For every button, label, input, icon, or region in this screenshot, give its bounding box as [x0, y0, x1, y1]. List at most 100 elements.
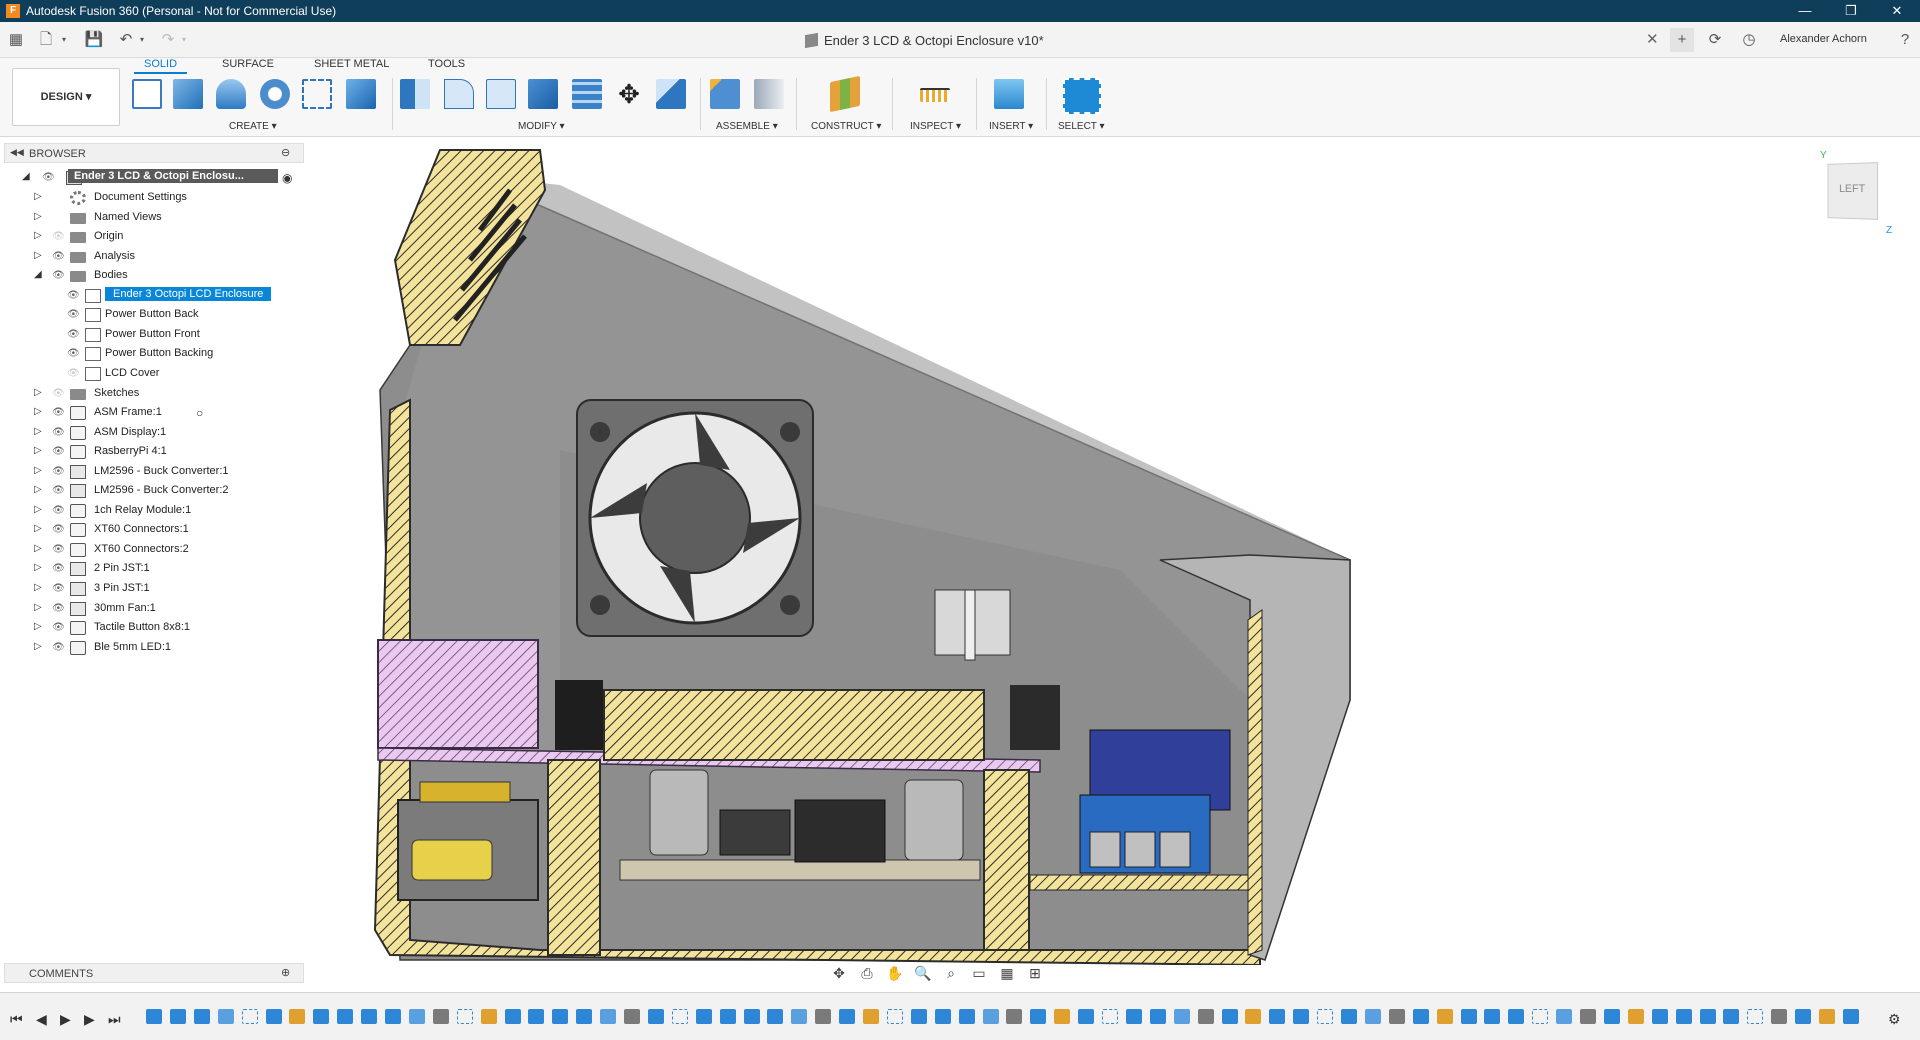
minimize-panel-icon[interactable]: ⊖: [281, 146, 290, 159]
tree-item[interactable]: ▷ 👁 1ch Relay Module:1: [4, 501, 304, 521]
visibility-eye-icon[interactable]: 👁: [67, 348, 81, 359]
tree-item[interactable]: ▷ 👁 ASM Display:1: [4, 423, 304, 443]
visibility-eye-icon[interactable]: 👁: [52, 642, 66, 653]
timeline-feature-icon[interactable]: [1842, 1009, 1859, 1024]
timeline-feature-icon[interactable]: [1125, 1009, 1142, 1024]
close-tab-icon[interactable]: ✕: [1646, 30, 1659, 48]
timeline-feature-icon[interactable]: [504, 1009, 521, 1024]
timeline-feature-icon[interactable]: [1580, 1009, 1596, 1024]
timeline-feature-icon[interactable]: [1771, 1009, 1788, 1024]
tree-item[interactable]: ▷ Named Views: [4, 208, 304, 228]
viewports-icon[interactable]: ⊞: [1024, 965, 1046, 982]
timeline-feature-icon[interactable]: [1054, 1009, 1071, 1024]
activate-radio-icon[interactable]: ◉: [282, 171, 292, 185]
view-cube[interactable]: LEFT: [1827, 162, 1879, 220]
timeline-feature-icon[interactable]: [600, 1009, 617, 1024]
visibility-eye-icon[interactable]: 👁: [52, 388, 66, 399]
visibility-eye-icon[interactable]: 👁: [67, 329, 81, 340]
insert-menu[interactable]: INSERT ▾: [989, 121, 1033, 132]
expand-arrow-icon[interactable]: ▷: [34, 562, 44, 574]
view-cube-face[interactable]: LEFT: [1839, 183, 1865, 195]
timeline-feature-icon[interactable]: [910, 1009, 927, 1024]
create-sketch-icon[interactable]: [132, 79, 162, 109]
go-to-end-icon[interactable]: ⏭: [108, 1011, 121, 1028]
expand-arrow-icon[interactable]: ▷: [34, 602, 44, 614]
timeline-feature-icon[interactable]: [1221, 1009, 1238, 1024]
timeline-feature-icon[interactable]: [1747, 1009, 1764, 1024]
timeline-feature-icon[interactable]: [886, 1009, 903, 1024]
visibility-eye-icon[interactable]: 👁: [67, 309, 81, 320]
timeline-feature-icon[interactable]: [863, 1009, 879, 1024]
visibility-eye-icon[interactable]: 👁: [52, 603, 66, 614]
document-tab[interactable]: Ender 3 LCD & Octopi Enclosure v10*: [805, 28, 1044, 52]
timeline-feature-icon[interactable]: [552, 1009, 569, 1024]
collapse-panel-icon[interactable]: ◀◀: [10, 147, 24, 158]
tree-item[interactable]: 👁 Power Button Back: [4, 305, 304, 325]
revolve-icon[interactable]: [216, 79, 246, 109]
zoom-icon[interactable]: 🔍: [912, 965, 934, 982]
timeline-feature-icon[interactable]: [1245, 1009, 1262, 1024]
timeline-feature-icon[interactable]: [1388, 1009, 1405, 1024]
timeline-feature-icon[interactable]: [576, 1009, 593, 1024]
model-viewport[interactable]: [300, 135, 1380, 965]
expand-arrow-icon[interactable]: ▷: [34, 211, 44, 223]
notifications-icon[interactable]: ◷: [1737, 28, 1761, 52]
timeline-feature-icon[interactable]: [1030, 1009, 1047, 1024]
file-menu-icon[interactable]: 🗋: [36, 30, 56, 50]
tree-root[interactable]: ◢ 👁 Ender 3 LCD & Octopi Enclosu... ◉: [4, 168, 304, 188]
expand-arrow-icon[interactable]: ▷: [34, 465, 44, 477]
minimize-icon[interactable]: —: [1782, 0, 1828, 22]
close-icon[interactable]: ✕: [1874, 0, 1920, 22]
data-panel-grid-icon[interactable]: ▦: [6, 30, 26, 50]
tree-item[interactable]: ▷ 👁 ASM Frame:1 ○: [4, 403, 304, 423]
tree-item[interactable]: ▷ 👁 RasberryPi 4:1: [4, 442, 304, 462]
timeline-feature-icon[interactable]: [432, 1009, 449, 1024]
chamfer-icon[interactable]: [486, 79, 516, 109]
new-component-icon[interactable]: [710, 79, 740, 109]
timeline-feature-icon[interactable]: [624, 1009, 640, 1024]
timeline-feature-icon[interactable]: [1508, 1009, 1525, 1024]
timeline-feature-icon[interactable]: [337, 1009, 354, 1024]
visibility-eye-icon[interactable]: 👁: [67, 290, 81, 301]
tree-item[interactable]: ▷ 👁 Sketches: [4, 384, 304, 404]
expand-arrow-icon[interactable]: ▷: [34, 621, 44, 633]
visibility-eye-icon[interactable]: 👁: [67, 368, 81, 379]
visibility-eye-icon[interactable]: 👁: [52, 407, 66, 418]
timeline-feature-icon[interactable]: [1364, 1009, 1381, 1024]
timeline-feature-icon[interactable]: [1675, 1009, 1692, 1024]
timeline-feature-icon[interactable]: [1484, 1009, 1501, 1024]
tree-item[interactable]: 👁 LCD Cover: [4, 364, 304, 384]
timeline-feature-icon[interactable]: [361, 1009, 378, 1024]
restore-icon[interactable]: ❐: [1828, 0, 1874, 22]
timeline-feature-icon[interactable]: [1149, 1009, 1166, 1024]
timeline-feature-icon[interactable]: [1532, 1009, 1549, 1024]
visibility-eye-icon[interactable]: 👁: [52, 505, 66, 516]
timeline-feature-icon[interactable]: [408, 1009, 425, 1024]
hole-icon[interactable]: [260, 79, 290, 109]
tree-item[interactable]: ▷ Document Settings: [4, 188, 304, 208]
visibility-eye-icon[interactable]: 👁: [52, 270, 66, 281]
press-pull-icon[interactable]: [400, 79, 430, 109]
tree-item[interactable]: ▷ 👁 Tactile Button 8x8:1: [4, 618, 304, 638]
joint-icon[interactable]: [754, 79, 784, 109]
tree-item[interactable]: ▷ 👁 2 Pin JST:1: [4, 559, 304, 579]
modify-menu[interactable]: MODIFY ▾: [518, 121, 565, 132]
user-account[interactable]: Alexander Achorn: [1780, 33, 1867, 45]
expand-arrow-icon[interactable]: ▷: [34, 543, 44, 555]
visibility-eye-icon[interactable]: 👁: [52, 427, 66, 438]
visibility-eye-icon[interactable]: 👁: [52, 544, 66, 555]
tree-item[interactable]: ▷ 👁 Analysis: [4, 247, 304, 267]
timeline-feature-icon[interactable]: [695, 1009, 712, 1024]
timeline-feature-icon[interactable]: [1078, 1009, 1095, 1024]
play-icon[interactable]: ▶: [60, 1011, 71, 1028]
save-icon[interactable]: 💾: [84, 30, 104, 50]
timeline-feature-icon[interactable]: [934, 1009, 951, 1024]
timeline-feature-icon[interactable]: [1819, 1009, 1835, 1024]
tree-item[interactable]: 👁 Power Button Backing: [4, 344, 304, 364]
pattern-icon[interactable]: [302, 79, 332, 109]
timeline-feature-icon[interactable]: [719, 1009, 736, 1024]
visibility-eye-icon[interactable]: 👁: [52, 466, 66, 477]
timeline-feature-icon[interactable]: [743, 1009, 760, 1024]
expand-arrow-icon[interactable]: ▷: [34, 387, 44, 399]
timeline-feature-icon[interactable]: [1723, 1009, 1740, 1024]
